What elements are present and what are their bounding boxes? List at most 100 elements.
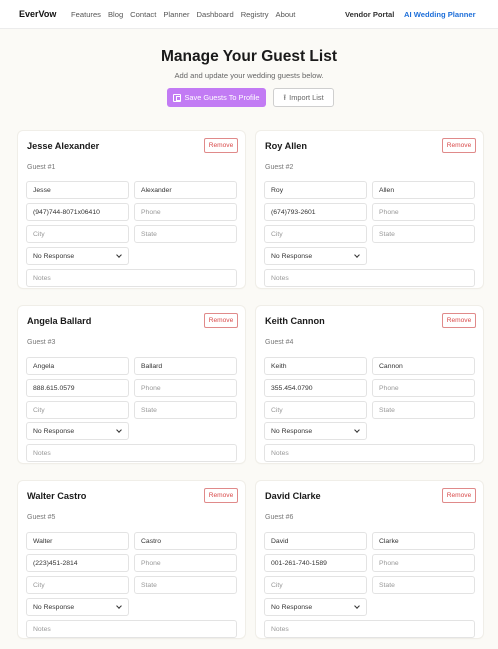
guest-name: Walter Castro [27, 491, 87, 501]
last-name-field[interactable]: Clarke [372, 532, 475, 550]
remove-guest-button[interactable]: Remove [442, 488, 476, 503]
rsvp-select[interactable]: No Response [26, 247, 129, 265]
first-name-field[interactable]: Walter [26, 532, 129, 550]
nav-links: Features Blog Contact Planner Dashboard … [71, 10, 302, 19]
phone-alt-field[interactable]: Phone [134, 379, 237, 397]
remove-guest-button[interactable]: Remove [204, 488, 238, 503]
chevron-down-icon [354, 427, 360, 433]
guest-name: Jesse Alexander [27, 141, 100, 151]
rsvp-value: No Response [33, 252, 75, 260]
guest-number: Guest #2 [265, 164, 294, 171]
city-field[interactable]: City [264, 576, 367, 594]
chevron-down-icon [354, 252, 360, 258]
guest-number: Guest #6 [265, 514, 294, 521]
remove-guest-button[interactable]: Remove [442, 138, 476, 153]
guest-number: Guest #3 [27, 339, 56, 346]
guest-card: Keith Cannon Remove Guest #4 Keith Canno… [256, 306, 483, 463]
phone-field[interactable]: (947)744-8071x06410 [26, 203, 129, 221]
first-name-field[interactable]: Roy [264, 181, 367, 199]
nav-ai-wedding-planner[interactable]: AI Wedding Planner [404, 10, 476, 19]
notes-field[interactable]: Notes [264, 269, 475, 287]
page-subtitle: Add and update your wedding guests below… [174, 71, 324, 80]
phone-alt-field[interactable]: Phone [134, 203, 237, 221]
chevron-down-icon [116, 603, 122, 609]
last-name-field[interactable]: Alexander [134, 181, 237, 199]
save-guests-label: Save Guests To Profile [184, 93, 260, 102]
nav-link-features[interactable]: Features [71, 10, 101, 19]
phone-alt-field[interactable]: Phone [372, 554, 475, 572]
guest-card: Roy Allen Remove Guest #2 Roy Allen (674… [256, 131, 483, 288]
guest-number: Guest #1 [27, 164, 56, 171]
rsvp-value: No Response [33, 427, 75, 435]
first-name-field[interactable]: Jesse [26, 181, 129, 199]
nav-link-dashboard[interactable]: Dashboard [197, 10, 234, 19]
phone-field[interactable]: 355.454.0790 [264, 379, 367, 397]
rsvp-value: No Response [271, 603, 313, 611]
chevron-down-icon [116, 252, 122, 258]
first-name-field[interactable]: David [264, 532, 367, 550]
last-name-field[interactable]: Allen [372, 181, 475, 199]
phone-field[interactable]: (674)793-2601 [264, 203, 367, 221]
guest-name: Keith Cannon [265, 316, 325, 326]
guest-number: Guest #5 [27, 514, 56, 521]
nav-link-about[interactable]: About [276, 10, 296, 19]
first-name-field[interactable]: Keith [264, 357, 367, 375]
upload-icon: ⭱ [283, 92, 287, 102]
save-guests-button[interactable]: Save Guests To Profile [167, 88, 266, 107]
remove-guest-button[interactable]: Remove [204, 138, 238, 153]
nav-link-registry[interactable]: Registry [241, 10, 269, 19]
last-name-field[interactable]: Castro [134, 532, 237, 550]
notes-field[interactable]: Notes [26, 269, 237, 287]
brand-logo[interactable]: EverVow [19, 9, 56, 19]
state-field[interactable]: State [134, 401, 237, 419]
rsvp-select[interactable]: No Response [264, 598, 367, 616]
rsvp-value: No Response [271, 427, 313, 435]
state-field[interactable]: State [134, 576, 237, 594]
state-field[interactable]: State [134, 225, 237, 243]
phone-field[interactable]: 001-261-740-1589 [264, 554, 367, 572]
rsvp-select[interactable]: No Response [264, 422, 367, 440]
city-field[interactable]: City [264, 225, 367, 243]
guest-number: Guest #4 [265, 339, 294, 346]
remove-guest-button[interactable]: Remove [204, 313, 238, 328]
chevron-down-icon [116, 427, 122, 433]
last-name-field[interactable]: Ballard [134, 357, 237, 375]
state-field[interactable]: State [372, 401, 475, 419]
top-navbar: EverVow Features Blog Contact Planner Da… [0, 0, 498, 29]
guest-name: David Clarke [265, 491, 321, 501]
first-name-field[interactable]: Angela [26, 357, 129, 375]
phone-field[interactable]: (223)451-2814 [26, 554, 129, 572]
phone-alt-field[interactable]: Phone [372, 203, 475, 221]
rsvp-value: No Response [271, 252, 313, 260]
state-field[interactable]: State [372, 576, 475, 594]
city-field[interactable]: City [264, 401, 367, 419]
remove-guest-button[interactable]: Remove [442, 313, 476, 328]
page-title: Manage Your Guest List [161, 48, 337, 65]
nav-vendor-portal[interactable]: Vendor Portal [345, 10, 394, 19]
notes-field[interactable]: Notes [264, 444, 475, 462]
nav-link-contact[interactable]: Contact [130, 10, 156, 19]
import-list-button[interactable]: ⭱ Import List [273, 88, 334, 107]
nav-link-blog[interactable]: Blog [108, 10, 123, 19]
rsvp-select[interactable]: No Response [26, 422, 129, 440]
state-field[interactable]: State [372, 225, 475, 243]
last-name-field[interactable]: Cannon [372, 357, 475, 375]
phone-alt-field[interactable]: Phone [134, 554, 237, 572]
phone-field[interactable]: 888.615.0579 [26, 379, 129, 397]
guest-name: Roy Allen [265, 141, 308, 151]
phone-alt-field[interactable]: Phone [372, 379, 475, 397]
rsvp-select[interactable]: No Response [26, 598, 129, 616]
notes-field[interactable]: Notes [264, 620, 475, 638]
city-field[interactable]: City [26, 401, 129, 419]
rsvp-value: No Response [33, 603, 75, 611]
city-field[interactable]: City [26, 225, 129, 243]
import-list-label: Import List [289, 93, 324, 102]
guest-card: Walter Castro Remove Guest #5 Walter Cas… [18, 481, 245, 638]
rsvp-select[interactable]: No Response [264, 247, 367, 265]
chevron-down-icon [354, 603, 360, 609]
city-field[interactable]: City [26, 576, 129, 594]
guest-card: Angela Ballard Remove Guest #3 Angela Ba… [18, 306, 245, 463]
notes-field[interactable]: Notes [26, 620, 237, 638]
notes-field[interactable]: Notes [26, 444, 237, 462]
nav-link-planner[interactable]: Planner [163, 10, 189, 19]
